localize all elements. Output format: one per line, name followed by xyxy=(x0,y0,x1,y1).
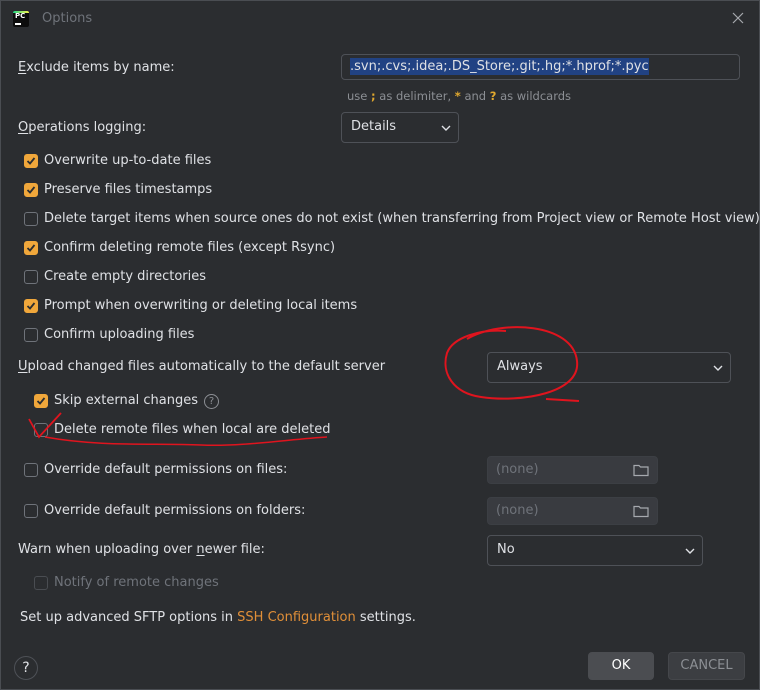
confirm-uploading-label: Confirm uploading files xyxy=(44,327,195,342)
upload-automatically-select[interactable]: Always xyxy=(487,352,731,383)
file-permissions-field: (none) xyxy=(487,456,658,484)
pycharm-app-icon: PC xyxy=(13,11,29,27)
overwrite-up-to-date-checkbox[interactable] xyxy=(24,154,38,168)
prompt-overwriting-label: Prompt when overwriting or deleting loca… xyxy=(44,298,358,313)
annotation-underline xyxy=(44,436,328,447)
create-empty-directories-checkbox[interactable] xyxy=(24,270,38,284)
sftp-settings-text: Set up advanced SFTP options in SSH Conf… xyxy=(20,610,416,625)
preserve-timestamps-checkbox[interactable] xyxy=(24,183,38,197)
options-dialog: PC Options Exclude items by name: .svn;.… xyxy=(0,0,760,690)
delete-remote-files-label: Delete remote files when local are delet… xyxy=(54,422,331,437)
checkmark-icon xyxy=(26,302,36,310)
cancel-button[interactable]: CANCEL xyxy=(668,652,745,680)
ssh-configuration-link[interactable]: SSH Configuration xyxy=(237,610,356,625)
prompt-overwriting-checkbox[interactable] xyxy=(24,299,38,313)
window-title: Options xyxy=(42,11,93,26)
confirm-deleting-remote-label: Confirm deleting remote files (except Rs… xyxy=(44,240,336,255)
override-folder-permissions-label: Override default permissions on folders: xyxy=(44,503,306,518)
confirm-deleting-remote-checkbox[interactable] xyxy=(24,241,38,255)
folder-permissions-field: (none) xyxy=(487,497,658,525)
preserve-timestamps-label: Preserve files timestamps xyxy=(44,182,213,197)
exclude-items-hint: use ; as delimiter, * and ? as wildcards xyxy=(347,89,572,103)
override-folder-permissions-checkbox[interactable] xyxy=(24,504,38,518)
create-empty-directories-label: Create empty directories xyxy=(44,269,207,284)
warn-newer-file-label: Warn when uploading over newer file: xyxy=(18,542,265,557)
exclude-items-input[interactable]: .svn;.cvs;.idea;.DS_Store;.git;.hg;*.hpr… xyxy=(341,54,740,80)
folder-icon[interactable] xyxy=(633,504,649,518)
delete-target-items-checkbox[interactable] xyxy=(24,212,38,226)
close-icon[interactable] xyxy=(730,10,746,26)
ok-button[interactable]: OK xyxy=(588,652,654,680)
chevron-down-icon xyxy=(713,365,723,371)
skip-external-changes-label: Skip external changes xyxy=(54,393,199,408)
checkmark-icon xyxy=(36,397,46,405)
checkmark-icon xyxy=(26,157,36,165)
chevron-down-icon xyxy=(441,125,451,131)
override-file-permissions-label: Override default permissions on files: xyxy=(44,462,288,477)
chevron-down-icon xyxy=(685,548,695,554)
help-question-icon[interactable]: ? xyxy=(204,394,219,409)
operations-logging-label: Operations logging: xyxy=(18,120,147,135)
help-button[interactable]: ? xyxy=(14,656,38,680)
upload-automatically-label: Upload changed files automatically to th… xyxy=(18,359,386,374)
folder-icon[interactable] xyxy=(633,463,649,477)
notify-remote-changes-label: Notify of remote changes xyxy=(54,575,219,590)
skip-external-changes-checkbox[interactable] xyxy=(34,394,48,408)
delete-remote-files-checkbox[interactable] xyxy=(34,423,48,437)
operations-logging-select[interactable]: Details xyxy=(341,112,459,143)
checkmark-icon xyxy=(26,244,36,252)
warn-newer-file-select[interactable]: No xyxy=(487,535,703,566)
override-file-permissions-checkbox[interactable] xyxy=(24,463,38,477)
checkmark-icon xyxy=(26,186,36,194)
notify-remote-changes-checkbox xyxy=(34,576,48,590)
confirm-uploading-checkbox[interactable] xyxy=(24,328,38,342)
title-bar: PC Options xyxy=(1,1,759,37)
exclude-items-label: Exclude items by name: xyxy=(18,60,175,75)
overwrite-up-to-date-label: Overwrite up-to-date files xyxy=(44,153,212,168)
delete-target-items-label: Delete target items when source ones do … xyxy=(44,211,760,226)
